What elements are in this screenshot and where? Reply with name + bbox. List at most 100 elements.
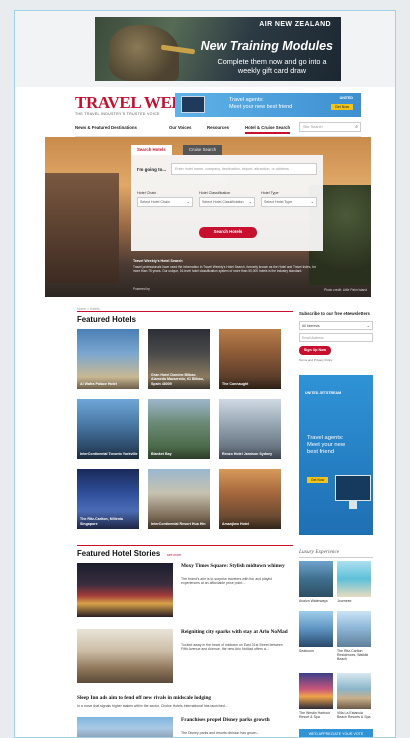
sign-up-button[interactable]: Sign Up Now [299,346,331,355]
story-summary: Tucked away in the heart of midtown on E… [181,643,283,652]
newsletter-title: Subscribe to our free eNewsletters [299,311,370,316]
hotel-card-caption: InterContinental Toronto Yorkville [80,451,138,456]
luxury-caption[interactable]: Avalon Waterways [299,599,335,603]
story-item[interactable]: Sleep Inn ads aim to fend off new rivals… [77,695,293,708]
hotel-card[interactable]: The Ritz-Carlton, Millenia Singapore [77,469,139,529]
story-title[interactable]: Moxy Times Square: Stylish midtown whims… [181,563,291,570]
nav-news[interactable]: News & Featured Destinations [75,125,137,130]
story-title[interactable]: Reigniting city sparks with stay at Arlo… [181,629,291,636]
banner-ad-airline: UNITED [339,96,353,100]
hotel-card-caption: Amanjiwo Hotel [222,521,249,526]
hotel-chain-label: Hotel Chain [137,191,157,195]
hotel-card-caption: The Connaught [222,381,249,386]
tab-cruise-search[interactable]: Cruise Search [183,145,223,155]
search-hotels-button[interactable]: Search Hotels [199,227,257,238]
hotel-class-select[interactable]: Select Hotel Classification ⌄ [199,197,255,207]
search-placeholder: Site Search [303,125,323,129]
luxury-heading: Luxury Experience [299,549,340,555]
luxury-caption[interactable]: The Ritz-Carlton Residences, Waikiki Bea… [337,649,373,662]
luxury-caption[interactable]: Journese [337,599,373,603]
monitor-icon [335,475,371,501]
hotel-type-value: Select Hotel Type [264,200,293,204]
hotel-card[interactable]: The Connaught [219,329,281,389]
ua-ad-cta[interactable]: Get Now [307,477,329,483]
ad-brand: AIR NEW ZEALAND [259,21,331,28]
kiwi-bird-image [109,25,179,81]
ad-headline: New Training Modules [200,39,333,53]
chevron-down-icon: ⌄ [366,323,370,328]
vote-banner[interactable]: WE'D APPRECIATE YOUR VOTE [299,729,373,737]
hotel-card-caption: InterContinental Resort Hua Hin [151,521,206,526]
story-summary: The brand's aim is to surprise travelers… [181,577,273,586]
story-image[interactable] [77,717,173,737]
chevron-down-icon: ⌄ [248,199,252,204]
hotel-card[interactable]: Amanjiwo Hotel [219,469,281,529]
hotel-card-caption: Renzo Hotel Jamison Sydney [222,451,273,456]
hotel-search-panel: Search Hotels Cruise Search I'm going to… [131,145,323,251]
tab-search-hotels[interactable]: Search Hotels [131,145,172,155]
chevron-down-icon: ⌄ [186,199,190,204]
luxury-caption[interactable]: Seabourn [299,649,335,653]
hotel-type-select[interactable]: Select Hotel Type ⌄ [261,197,317,207]
luxury-tile[interactable] [299,561,333,597]
interests-select[interactable]: All Interests ⌄ [299,321,373,330]
air-new-zealand-ad[interactable]: AIR NEW ZEALAND New Training Modules Com… [95,17,341,81]
hotel-card[interactable]: Al Wafra Palace Hotel [77,329,139,389]
story-image[interactable] [77,629,173,683]
see-more-link[interactable]: see more [167,553,181,557]
monitor-icon [181,96,205,113]
story-title[interactable]: Sleep Inn ads aim to fend off new rivals… [77,695,293,701]
story-summary: In a move that signals higher stakes wit… [77,704,228,708]
hotel-card[interactable]: Gran Hotel Domine Bilbao Alameda Mazarre… [148,329,210,389]
email-field[interactable]: Email Address [299,333,373,342]
hotel-card[interactable]: InterContinental Resort Hua Hin [148,469,210,529]
nav-hotel-cruise-search[interactable]: Hotel & Cruise Search [245,125,291,134]
luxury-tile[interactable] [337,673,371,709]
luxury-tile[interactable] [337,561,371,597]
hotel-class-value: Select Hotel Classification [202,200,244,204]
luxury-tile[interactable] [299,673,333,709]
site-search-input[interactable]: Site Search ⌕ [299,122,361,132]
powered-by: Powered by [133,287,150,291]
story-item[interactable]: Moxy Times Square: Stylish midtown whims… [77,563,293,619]
banner-ad-message: Travel agents: Meet your new best friend [229,97,292,111]
hero-building-image [45,173,119,283]
hotel-card[interactable]: Blanket Bay [148,399,210,459]
hotel-search-note-title: Travel Weekly's Hotel Search [133,259,183,263]
section-rule [77,545,293,546]
banner-ad-line2: Meet your new best friend [229,104,293,110]
hotel-card-caption: Blanket Bay [151,451,172,456]
photo-credit: Photo credit: Little Palm Island [323,288,367,292]
page-frame: AIR NEW ZEALAND New Training Modules Com… [14,10,396,738]
luxury-caption[interactable]: The Westin Harbour Resort & Spa [299,711,335,719]
ua-ad-brand: UNITED JETSTREAM [305,391,342,395]
ua-ad-text: Travel agents: Meet your new best friend [307,435,345,457]
ad-subtext: Complete them now and go into a weekly g… [217,57,327,75]
nav-resources[interactable]: Resources [207,125,229,130]
hero-search-section: Search Hotels Cruise Search I'm going to… [45,137,371,297]
hotel-card[interactable]: InterContinental Toronto Yorkville [77,399,139,459]
hotel-card-caption: Al Wafra Palace Hotel [80,381,117,386]
hotel-card[interactable]: Renzo Hotel Jamison Sydney [219,399,281,459]
luxury-tile[interactable] [337,611,371,647]
united-sidebar-ad[interactable]: UNITED JETSTREAM Travel agents: Meet you… [299,375,373,535]
story-item[interactable]: Franchises propel Disney parks growth Th… [77,717,293,737]
hotel-type-label: Hotel Type [261,191,279,195]
luxury-tile[interactable] [299,611,333,647]
section-rule [77,311,293,312]
story-image[interactable] [77,563,173,617]
hotel-search-note: Travel professionals have used the infor… [133,265,316,274]
chevron-down-icon: ⌄ [310,199,314,204]
terms-link[interactable]: Terms and Privacy Policy [299,358,333,362]
united-banner-ad[interactable]: Travel agents: Meet your new best friend… [175,93,361,117]
hotel-chain-select[interactable]: Select Hotel Chain ⌄ [137,197,193,207]
ua-ad-line1: Travel agents: [307,435,344,441]
story-summary: The Disney parks and resorts division ha… [181,731,260,735]
luxury-caption[interactable]: Villa La Estancia Beach Resorts & Spa [337,711,373,719]
search-icon[interactable]: ⌕ [355,124,358,130]
story-title[interactable]: Franchises propel Disney parks growth [181,717,291,724]
nav-our-voices[interactable]: Our Voices [169,125,191,130]
banner-ad-cta[interactable]: Get Now [331,104,353,110]
destination-input[interactable]: Enter hotel name, company, destination, … [171,163,317,175]
story-item[interactable]: Reigniting city sparks with stay at Arlo… [77,629,293,685]
